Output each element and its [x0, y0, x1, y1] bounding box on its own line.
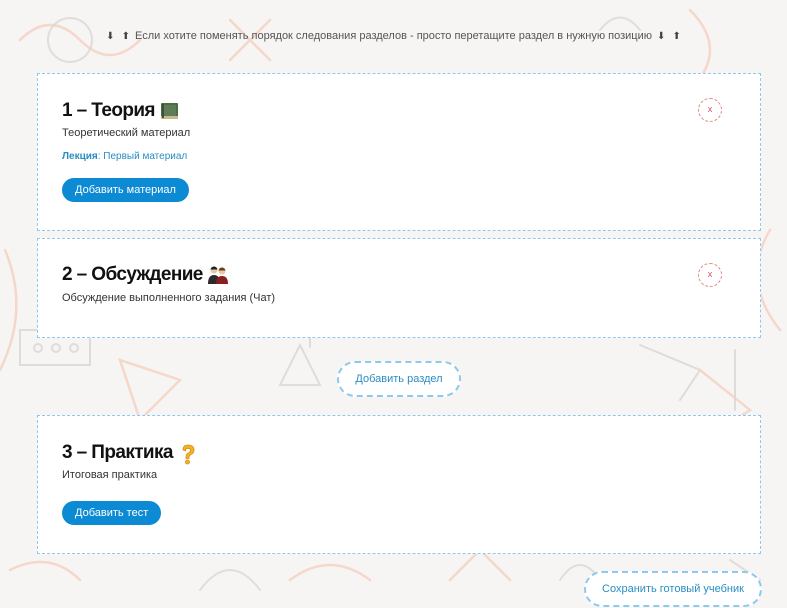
- question-icon: [177, 443, 199, 465]
- delete-section-button[interactable]: x: [698, 263, 722, 287]
- close-icon: x: [707, 269, 713, 279]
- section-description: Теоретический материал: [62, 127, 191, 139]
- section-title-text: 2 – Обсуждение: [62, 264, 203, 285]
- section-title: 2 – Обсуждение: [62, 264, 229, 286]
- material-name: : Первый материал: [97, 151, 188, 162]
- add-test-button[interactable]: Добавить тест: [62, 501, 162, 525]
- hint-text: Если хотите поменять порядок следования …: [135, 30, 652, 42]
- arrow-down-icon: ⬇: [106, 31, 115, 42]
- section-description: Обсуждение выполненного задания (Чат): [62, 292, 276, 304]
- arrow-up-icon: ⬆: [121, 31, 130, 42]
- save-textbook-button[interactable]: Сохранить готовый учебник: [584, 571, 762, 607]
- section-practice[interactable]: 3 – Практика Итоговая практика Добавить …: [37, 415, 761, 554]
- section-title: 1 – Теория: [62, 100, 181, 122]
- material-type: Лекция: [62, 151, 98, 162]
- material-link[interactable]: Лекция: Первый материал: [62, 151, 187, 162]
- section-title-text: 3 – Практика: [62, 442, 174, 463]
- section-title: 3 – Практика: [62, 442, 199, 465]
- section-description: Итоговая практика: [62, 469, 158, 481]
- arrow-up-icon: ⬆: [672, 31, 681, 42]
- delete-section-button[interactable]: x: [698, 98, 722, 122]
- reorder-hint: ⬇ ⬆ Если хотите поменять порядок следова…: [0, 30, 787, 42]
- add-material-button[interactable]: Добавить материал: [62, 178, 189, 202]
- add-section-button[interactable]: Добавить раздел: [337, 361, 461, 397]
- close-icon: x: [707, 104, 713, 114]
- arrow-down-icon: ⬇: [657, 31, 666, 42]
- people-icon: [207, 265, 229, 285]
- section-discussion[interactable]: 2 – Обсуждение Обсуждение выполненного з…: [37, 238, 761, 338]
- book-icon: [159, 101, 181, 121]
- section-theory[interactable]: 1 – Теория Теоретический материал Лекция…: [37, 73, 761, 231]
- section-title-text: 1 – Теория: [62, 100, 156, 121]
